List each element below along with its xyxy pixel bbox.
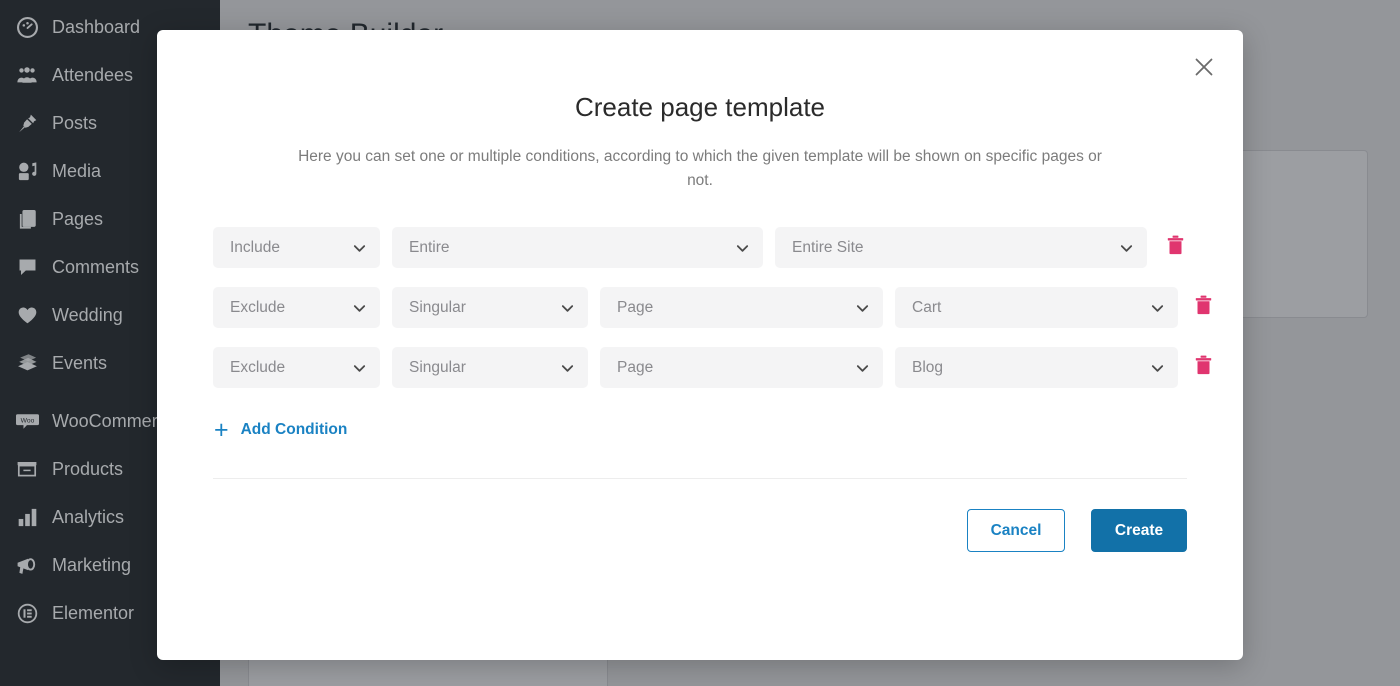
trash-icon — [1195, 355, 1212, 380]
sidebar-item-label: Wedding — [52, 305, 123, 325]
pin-icon — [12, 111, 42, 135]
condition-scope-select[interactable]: Entire — [392, 227, 763, 269]
page-title: Create page template — [574, 92, 826, 122]
modal-subtitle: Here you can set one or multiple conditi… — [298, 148, 1102, 190]
chevron-down-icon — [735, 240, 750, 255]
attendees-icon — [12, 63, 42, 87]
condition-subtype-select[interactable]: Page — [600, 347, 883, 389]
products-icon — [12, 457, 42, 481]
add-condition-label: Add Condition — [240, 421, 348, 439]
condition-subtype-select[interactable]: Page — [600, 287, 883, 329]
chevron-down-icon — [352, 300, 367, 315]
chevron-down-icon — [1150, 300, 1165, 315]
condition-scope-select[interactable]: Singular — [392, 347, 588, 389]
delete-condition-button[interactable] — [1195, 351, 1212, 385]
select-value: Singular — [409, 298, 466, 316]
elementor-icon — [12, 601, 42, 625]
sidebar-item-label: Products — [52, 459, 124, 479]
sidebar-item-label: Attendees — [52, 65, 134, 85]
pages-icon — [12, 207, 42, 231]
select-value: Singular — [409, 358, 466, 376]
condition-scope-select[interactable]: Singular — [392, 287, 588, 329]
sidebar-item-label: Dashboard — [52, 17, 141, 37]
condition-target-select[interactable]: Cart — [895, 287, 1178, 329]
condition-type-select[interactable]: Exclude — [213, 287, 380, 329]
modal-footer: Cancel Create — [157, 509, 1243, 553]
condition-type-select[interactable]: Include — [213, 227, 380, 269]
sidebar-item-label: Analytics — [52, 507, 125, 527]
create-button[interactable]: Create — [1091, 509, 1187, 553]
sidebar-item-label: Posts — [52, 113, 98, 133]
comments-icon — [12, 255, 42, 279]
select-value: Entire — [409, 238, 450, 256]
footer-divider — [213, 478, 1187, 480]
chevron-down-icon — [1150, 360, 1165, 375]
conditions-list: Include Entire Entire Site Exclude Singu… — [157, 227, 1243, 443]
sidebar-item-label: Marketing — [52, 555, 132, 575]
sidebar-item-label: Elementor — [52, 603, 135, 623]
select-value: Page — [617, 298, 654, 316]
delete-condition-button[interactable] — [1164, 231, 1187, 265]
sidebar-item-label: Comments — [52, 257, 140, 277]
megaphone-icon — [12, 553, 42, 577]
chevron-down-icon — [560, 360, 575, 375]
sidebar-item-label: Media — [52, 161, 102, 181]
chevron-down-icon — [352, 360, 367, 375]
select-value: Exclude — [230, 358, 286, 376]
select-value: Cart — [912, 298, 942, 316]
chevron-down-icon — [352, 240, 367, 255]
close-icon[interactable] — [1189, 52, 1219, 82]
condition-target-select[interactable]: Blog — [895, 347, 1178, 389]
condition-type-select[interactable]: Exclude — [213, 347, 380, 389]
chevron-down-icon — [855, 300, 870, 315]
analytics-icon — [12, 505, 42, 529]
select-value: Entire Site — [792, 238, 864, 256]
condition-row: Include Entire Entire Site — [213, 227, 1187, 269]
events-icon — [12, 351, 42, 375]
media-icon — [12, 159, 42, 183]
plus-icon: + — [214, 416, 229, 445]
delete-condition-button[interactable] — [1195, 291, 1212, 325]
chevron-down-icon — [560, 300, 575, 315]
create-page-template-modal: Create page template Here you can set on… — [157, 30, 1243, 660]
sidebar-item-label: Events — [52, 353, 108, 373]
add-condition-button[interactable]: + Add Condition — [214, 416, 348, 445]
chevron-down-icon — [1119, 240, 1134, 255]
select-value: Page — [617, 358, 654, 376]
trash-icon — [1167, 235, 1184, 260]
heart-icon — [12, 303, 42, 327]
sidebar-item-label: Pages — [52, 209, 104, 229]
chevron-down-icon — [855, 360, 870, 375]
trash-icon — [1195, 295, 1212, 320]
woo-icon: Woo — [12, 409, 42, 433]
condition-row: Exclude Singular Page Cart — [213, 287, 1212, 329]
svg-text:Woo: Woo — [20, 417, 34, 424]
condition-target-select[interactable]: Entire Site — [775, 227, 1147, 269]
select-value: Blog — [912, 358, 944, 376]
cancel-button[interactable]: Cancel — [967, 509, 1065, 553]
dashboard-icon — [12, 15, 42, 39]
select-value: Exclude — [230, 298, 286, 316]
condition-row: Exclude Singular Page Blog — [213, 347, 1212, 389]
select-value: Include — [230, 238, 280, 256]
